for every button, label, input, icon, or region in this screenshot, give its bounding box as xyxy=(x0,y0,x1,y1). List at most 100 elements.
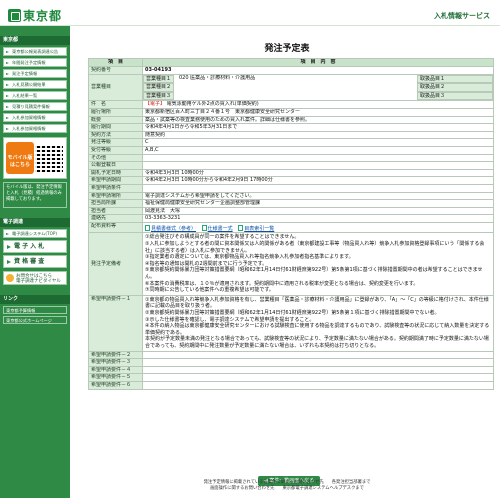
footer-inquiry-target: 各発注担当部署まで xyxy=(331,480,371,485)
footer-operation-label: 画面操作に関するお問い合わせ先 xyxy=(210,486,275,491)
row-label: 担当局所課 xyxy=(88,199,143,208)
table-row: 配布資料等 見積書様式（参考） 仕様書一式 目表索引一覧 xyxy=(88,221,494,234)
accept-grade-value: A,B,C xyxy=(142,145,494,155)
sidebar-item-qualification-2[interactable]: 入札参加資格情報 xyxy=(3,124,67,133)
row-label: 発注予定備考 xyxy=(88,232,143,296)
table-row: 希望申請条件 xyxy=(88,183,494,193)
header-content: 項 目 内 容 xyxy=(142,58,494,67)
table-row: 営業種目 営業種目１ 020 医薬品・診療材料・介護用品 取扱品目１ 営業種目２… xyxy=(88,73,494,102)
apply-method-value: 電子調達システムから希望申請をしてください。 xyxy=(142,191,494,201)
sidebar-item-gazette[interactable]: 東京都公報発表調達公告 xyxy=(3,47,67,56)
order-plan-table: 項 目 項 目 内 容 契約番号 03-04193 営業種目 営業種目１ 020… xyxy=(88,58,494,390)
inquiry-box[interactable]: お問合せはこちら 電子調達ナビダイヤル xyxy=(3,271,67,285)
sidebar-menu: 東京都公報発表調達公告 年間発注予定情報 発注予定情報 入札見積公開結果 入札結… xyxy=(0,45,70,133)
handling-item-tag: 取扱品目２ xyxy=(417,83,493,92)
row-label: 履行期間 xyxy=(88,123,143,132)
table-row: 契約番号 03-04193 xyxy=(88,66,494,75)
row-label: その他 xyxy=(88,153,143,163)
row-label: 件 名 xyxy=(88,100,143,109)
mobile-note: モバイル版は、発注予定情報と入札（見積）経過情報のみ掲載しております。 xyxy=(3,182,67,208)
row-label: 連絡先 xyxy=(88,214,143,223)
requirement-4-value xyxy=(142,365,494,375)
table-row: 契約方法 随意契約 xyxy=(88,130,494,140)
mobile-sub: はこちら xyxy=(9,162,30,168)
mobile-promo[interactable]: モバイル版 はこちら xyxy=(3,137,67,179)
sidebar-item-bid-result[interactable]: 入札見積公開結果 xyxy=(3,80,67,89)
row-label: 希望申請条件 xyxy=(88,183,143,193)
pdf-icon xyxy=(238,224,244,231)
sidebar-section-links: リンク xyxy=(0,295,70,304)
row-label: 契約方法 xyxy=(88,130,143,140)
row-label: 開札予定日時 xyxy=(88,168,143,178)
table-row: 受付等級 A,B,C xyxy=(88,145,494,155)
apply-condition-value xyxy=(142,183,494,193)
tokyo-logo[interactable]: 東京都 xyxy=(8,8,63,23)
row-label: 希望申請要件－６ xyxy=(88,380,143,390)
qualification-review-button[interactable]: 資 格 審 査 xyxy=(3,255,67,268)
table-row: 履行場所 東京都新宿区百人町三丁目２４番１号 東京都健康安全研究センター xyxy=(88,107,494,117)
business-type-value xyxy=(179,83,417,92)
table-row: 開札予定日時 令和4年3月3日 10時00分 xyxy=(88,168,494,178)
sidebar-item-annual-plan[interactable]: 年間発注予定情報 xyxy=(3,58,67,67)
note-line: ⑤東京都契約関係暴力団等対策措置要綱（昭和62年1月14日付61財経庶第922号… xyxy=(145,267,483,281)
business-type-value: 020 医薬品・診療材料・介護用品 xyxy=(179,74,256,81)
open-date-value: 令和4年3月3日 10時00分 xyxy=(142,168,494,178)
table-row: 担当局所課 福祉保健局健康安全研究センター企画調整部管理課 xyxy=(88,199,494,208)
doc-link-index[interactable]: 目表索引一覧 xyxy=(244,226,274,232)
mobile-label: モバイル版 xyxy=(7,155,33,161)
business-type-name: 営業種目１ xyxy=(143,75,175,84)
business-type-value xyxy=(179,92,417,100)
row-label: 希望申請要件－５ xyxy=(88,373,143,382)
doc-link-spec[interactable]: 仕様書一式 xyxy=(208,226,233,232)
requirement-2-value xyxy=(142,350,494,360)
logo-text: 東京都 xyxy=(23,8,63,23)
note-line: ⑦同時期に公告している他案件への重複希望は可能です。 xyxy=(145,287,274,294)
table-row: 件 名 【電子】 電気泳動用ゲル外2点の買入れ(単価契約) xyxy=(88,100,494,109)
page-footer: 発注予定情報に掲載されている各案件に関するお問い合わせ先 各発注担当部署まで 画面… xyxy=(80,480,494,492)
budget-info-link[interactable]: 東京都予算情報 xyxy=(3,306,67,314)
sidebar-item-estimate[interactable]: 見積り見積案件情報 xyxy=(3,102,67,111)
phone-icon xyxy=(6,274,14,282)
sidebar-item-order-plan[interactable]: 発注予定情報 xyxy=(3,69,67,78)
tokyo-homepage-link[interactable]: 東京都公式ホームページ xyxy=(3,316,67,324)
apply-period-value: 令和4年2月3日 10時00分から令和4年2月9日 17時00分 xyxy=(142,176,494,185)
contract-number: 03-04193 xyxy=(142,66,494,75)
service-name: 入札情報サービス xyxy=(434,12,490,20)
qr-code-icon xyxy=(35,144,63,172)
table-row: 担当者 岡渡見法 大塚 xyxy=(88,206,494,216)
footer-inquiry-label: 発注予定情報に掲載されている各案件に関するお問い合わせ先 xyxy=(203,480,324,485)
row-label: 配布資料等 xyxy=(88,221,143,234)
table-row: 連絡先 03-3363-3231 xyxy=(88,214,494,223)
row-label: 希望申請要件－４ xyxy=(88,365,143,375)
row-label: 契約番号 xyxy=(88,66,143,75)
handling-item-tag: 取扱品目１ xyxy=(417,75,493,84)
row-label: 希望申請場所 xyxy=(88,191,143,201)
section-value: 福祉保健局健康安全研究センター企画調整部管理課 xyxy=(142,199,494,208)
business-type-line: 営業種目１ 020 医薬品・診療材料・介護用品 取扱品目１ xyxy=(143,75,493,84)
case-name: 電気泳動用ゲル外2点の買入れ(単価契約) xyxy=(166,101,259,108)
electronic-badge: 【電子】 xyxy=(145,101,166,108)
place-value: 東京都新宿区百人町三丁目２４番１号 東京都健康安全研究センター xyxy=(142,107,494,117)
mobile-button[interactable]: モバイル版 はこちら xyxy=(6,142,34,174)
business-type-line: 営業種目２ 取扱品目２ xyxy=(143,83,493,92)
row-label: 概要 xyxy=(88,115,143,125)
sidebar-section-tokyo: 東京都 xyxy=(0,36,70,45)
table-row: 希望申請期間 令和4年2月3日 10時00分から令和4年2月9日 17時00分 xyxy=(88,176,494,185)
sidebar-item-result-list[interactable]: 入札結果一覧 xyxy=(3,91,67,100)
summary-value: 薬品・試薬等の検査業務使用のための買入れ案件。詳細は仕様書を参照。 xyxy=(142,115,494,125)
sidebar-item-qualification[interactable]: 入札参加資格情報 xyxy=(3,113,67,122)
business-type-line: 営業種目３ 取扱品目３ xyxy=(143,91,493,100)
pub-date-value xyxy=(142,161,494,170)
doc-link-estimate[interactable]: 見積書様式（参考） xyxy=(151,226,196,232)
row-label: 発注等級 xyxy=(88,138,143,147)
eprocurement-top-link[interactable]: 電子調達システム(TOP) xyxy=(3,229,67,238)
table-header-row: 項 目 項 目 内 容 xyxy=(88,58,494,67)
row-label: 希望申請要件－１ xyxy=(88,294,143,352)
page-header: 東京都 入札情報サービス xyxy=(0,0,500,26)
table-row: 希望申請要件－５ xyxy=(88,373,494,382)
header-item: 項 目 xyxy=(88,58,143,67)
person-value: 岡渡見法 大塚 xyxy=(142,206,494,216)
e-bidding-button[interactable]: 電 子 入 札 xyxy=(3,240,67,253)
row-label: 希望申請期間 xyxy=(88,176,143,185)
main-content: 発注予定表 項 目 項 目 内 容 契約番号 03-04193 営業種目 営業種… xyxy=(80,26,494,498)
